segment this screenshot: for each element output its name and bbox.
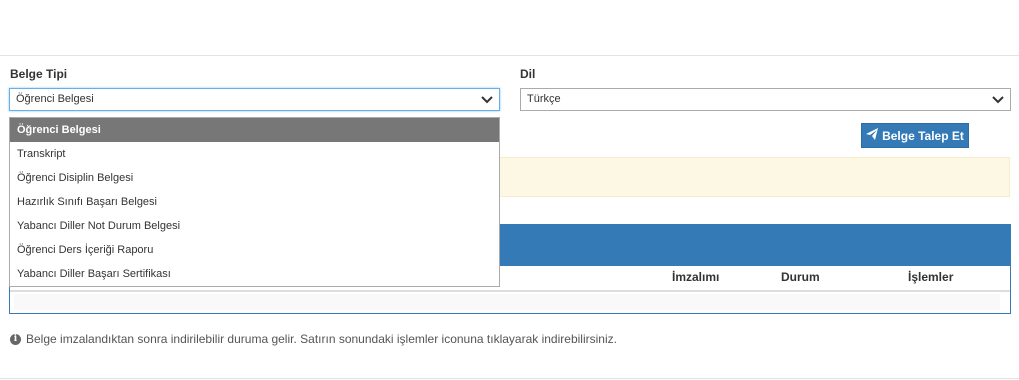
dropdown-option[interactable]: Transkript xyxy=(10,142,499,166)
top-divider xyxy=(0,55,1019,56)
header-imzalimi: İmzalımı xyxy=(672,270,720,284)
belge-tipi-label: Belge Tipi xyxy=(10,67,68,81)
dropdown-option[interactable]: Yabancı Diller Not Durum Belgesi xyxy=(10,214,499,238)
belge-talep-et-label: Belge Talep Et xyxy=(882,128,964,143)
info-circle-icon: i xyxy=(10,333,21,345)
header-islemler: İşlemler xyxy=(908,270,954,284)
belge-tipi-dropdown-list[interactable]: Öğrenci Belgesi Transkript Öğrenci Disip… xyxy=(9,117,500,287)
dil-label: Dil xyxy=(520,67,536,81)
dropdown-option[interactable]: Yabancı Diller Başarı Sertifikası xyxy=(10,262,499,286)
chevron-down-icon xyxy=(481,96,493,104)
info-text: Belge imzalandıktan sonra indirilebilir … xyxy=(26,332,617,346)
dropdown-option[interactable]: Hazırlık Sınıfı Başarı Belgesi xyxy=(10,190,499,214)
header-durum: Durum xyxy=(781,270,820,284)
dropdown-option[interactable]: Öğrenci Ders İçeriği Raporu xyxy=(10,238,499,262)
dil-value: Türkçe xyxy=(527,93,561,105)
belge-talep-et-button[interactable]: Belge Talep Et xyxy=(861,123,969,148)
table-row xyxy=(14,294,1000,310)
chevron-down-icon xyxy=(992,96,1004,104)
belge-tipi-value: Öğrenci Belgesi xyxy=(16,93,94,105)
info-note: i Belge imzalandıktan sonra indirilebili… xyxy=(10,332,617,346)
belge-tipi-select[interactable]: Öğrenci Belgesi xyxy=(9,88,500,111)
dropdown-option[interactable]: Öğrenci Belgesi xyxy=(10,118,499,142)
dropdown-option[interactable]: Öğrenci Disiplin Belgesi xyxy=(10,166,499,190)
dil-select[interactable]: Türkçe xyxy=(520,88,1011,111)
paper-plane-icon xyxy=(866,128,879,143)
bottom-divider xyxy=(0,378,1019,379)
